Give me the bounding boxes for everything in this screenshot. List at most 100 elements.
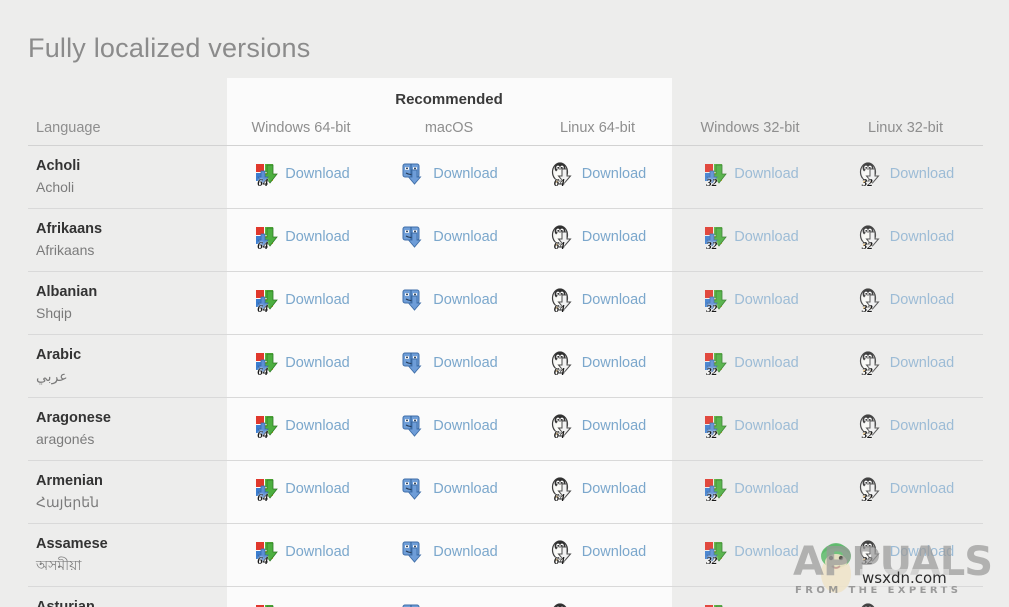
linux-download-icon: 64 (549, 413, 575, 439)
linux-download-icon: 32 (857, 350, 883, 376)
language-cell: Afrikaans Afrikaans (28, 208, 227, 271)
bitness-badge: 32 (862, 241, 873, 252)
download-link-win32[interactable]: 32 Download (701, 539, 799, 565)
download-link-win64[interactable]: 64 Download (252, 539, 350, 565)
download-link-lin64[interactable]: 64 Download (549, 224, 647, 250)
download-cell-macos: Download (375, 208, 523, 271)
bitness-badge: 64 (554, 556, 565, 567)
download-link-lin32[interactable]: 32 Download (857, 539, 955, 565)
table-row: Assamese অসমীয়া 64 Download (28, 523, 983, 586)
download-cell-lin64: 64 Download (523, 271, 672, 334)
header-cell-lin32: Linux 32-bit (828, 78, 983, 145)
download-link-lin32[interactable]: 32 Download (857, 287, 955, 313)
download-label: Download (582, 419, 647, 434)
download-label: Download (734, 356, 799, 371)
macos-download-icon (400, 287, 426, 313)
download-link-lin64[interactable]: 64 Download (549, 539, 647, 565)
watermark-site: wsxdn.com (860, 569, 949, 587)
download-page: Fully localized versions Language Window… (0, 0, 1009, 607)
download-cell-win32: 32 Download (672, 145, 828, 208)
download-link-win64[interactable]: 64 Download (252, 287, 350, 313)
download-link-win64[interactable]: 64 Download (252, 350, 350, 376)
download-link-win64[interactable]: 64 Download (252, 224, 350, 250)
language-name: Armenian (36, 472, 227, 491)
download-label: Download (890, 356, 955, 371)
download-link-macos[interactable]: Download (400, 476, 498, 502)
language-native-name: Acholi (36, 178, 227, 197)
macos-download-icon (400, 602, 426, 607)
download-cell-win64: 64 Download (227, 208, 375, 271)
linux-download-icon: 32 (857, 287, 883, 313)
downloads-table-container: Language Windows 64-bit Recommended macO… (0, 78, 1009, 607)
download-cell-win64: 64 Download (227, 586, 375, 607)
bitness-badge: 64 (554, 178, 565, 189)
download-link-win32[interactable]: 32 Download (701, 350, 799, 376)
bitness-badge: 32 (706, 178, 717, 189)
windows-download-icon: 64 (252, 476, 278, 502)
download-link-win64[interactable]: 64 Download (252, 476, 350, 502)
bitness-badge: 64 (554, 304, 565, 315)
download-link-win32[interactable]: 32 Download (701, 602, 799, 607)
language-native-name: অসমীয়া (36, 556, 227, 575)
download-cell-win64: 64 Download (227, 397, 375, 460)
header-label-macos: macOS (375, 111, 523, 145)
download-link-win64[interactable]: 64 Download (252, 602, 350, 607)
download-link-lin64[interactable]: 64 Download (549, 161, 647, 187)
download-link-macos[interactable]: Download (400, 224, 498, 250)
download-link-win32[interactable]: 32 Download (701, 413, 799, 439)
download-link-lin64[interactable]: 64 Download (549, 350, 647, 376)
download-link-lin64[interactable]: 64 Download (549, 287, 647, 313)
windows-download-icon: 32 (701, 476, 727, 502)
download-link-lin32[interactable]: 32 Download (857, 350, 955, 376)
download-cell-lin32: 32 Download (828, 208, 983, 271)
download-link-lin32[interactable]: 32 Download (857, 476, 955, 502)
download-link-lin32[interactable]: 32 Download (857, 413, 955, 439)
table-row: Albanian Shqip 64 Download (28, 271, 983, 334)
download-link-macos[interactable]: Download (400, 602, 498, 607)
header-cell-win64: Windows 64-bit (227, 78, 375, 145)
download-link-win64[interactable]: 64 Download (252, 413, 350, 439)
bitness-badge: 32 (706, 241, 717, 252)
download-link-macos[interactable]: Download (400, 413, 498, 439)
download-cell-lin64: 64 Download (523, 145, 672, 208)
download-link-macos[interactable]: Download (400, 350, 498, 376)
linux-download-icon: 32 (857, 539, 883, 565)
download-link-lin64[interactable]: 64 Download (549, 602, 647, 607)
download-cell-macos: Download (375, 145, 523, 208)
windows-download-icon: 32 (701, 350, 727, 376)
download-cell-win32: 32 Download (672, 523, 828, 586)
download-link-lin32[interactable]: 32 Download (857, 161, 955, 187)
linux-download-icon: 32 (857, 476, 883, 502)
download-link-win64[interactable]: 64 Download (252, 161, 350, 187)
download-cell-lin64: 64 Download (523, 208, 672, 271)
download-link-win32[interactable]: 32 Download (701, 287, 799, 313)
bitness-badge: 64 (257, 241, 268, 252)
download-link-macos[interactable]: Download (400, 539, 498, 565)
download-link-lin64[interactable]: 64 Download (549, 413, 647, 439)
download-link-lin64[interactable]: 64 Download (549, 476, 647, 502)
table-header: Language Windows 64-bit Recommended macO… (28, 78, 983, 145)
language-native-name: عربي (36, 367, 227, 386)
windows-download-icon: 32 (701, 224, 727, 250)
download-link-win32[interactable]: 32 Download (701, 161, 799, 187)
download-link-lin32[interactable]: 32 Download (857, 224, 955, 250)
download-link-macos[interactable]: Download (400, 161, 498, 187)
download-label: Download (582, 356, 647, 371)
language-name: Asturian (36, 598, 227, 607)
download-link-win32[interactable]: 32 Download (701, 476, 799, 502)
language-name: Afrikaans (36, 220, 227, 239)
language-native-name: Shqip (36, 304, 227, 323)
download-label: Download (890, 167, 955, 182)
download-link-win32[interactable]: 32 Download (701, 224, 799, 250)
download-label: Download (285, 167, 350, 182)
download-link-lin32[interactable]: 32 Download (857, 602, 955, 607)
table-row: Acholi Acholi 64 Download (28, 145, 983, 208)
download-cell-lin64: 64 Download (523, 397, 672, 460)
download-link-macos[interactable]: Download (400, 287, 498, 313)
download-label: Download (734, 230, 799, 245)
download-label: Download (890, 482, 955, 497)
bitness-badge: 64 (257, 178, 268, 189)
bitness-badge: 32 (706, 556, 717, 567)
macos-download-icon (400, 539, 426, 565)
download-cell-win64: 64 Download (227, 271, 375, 334)
